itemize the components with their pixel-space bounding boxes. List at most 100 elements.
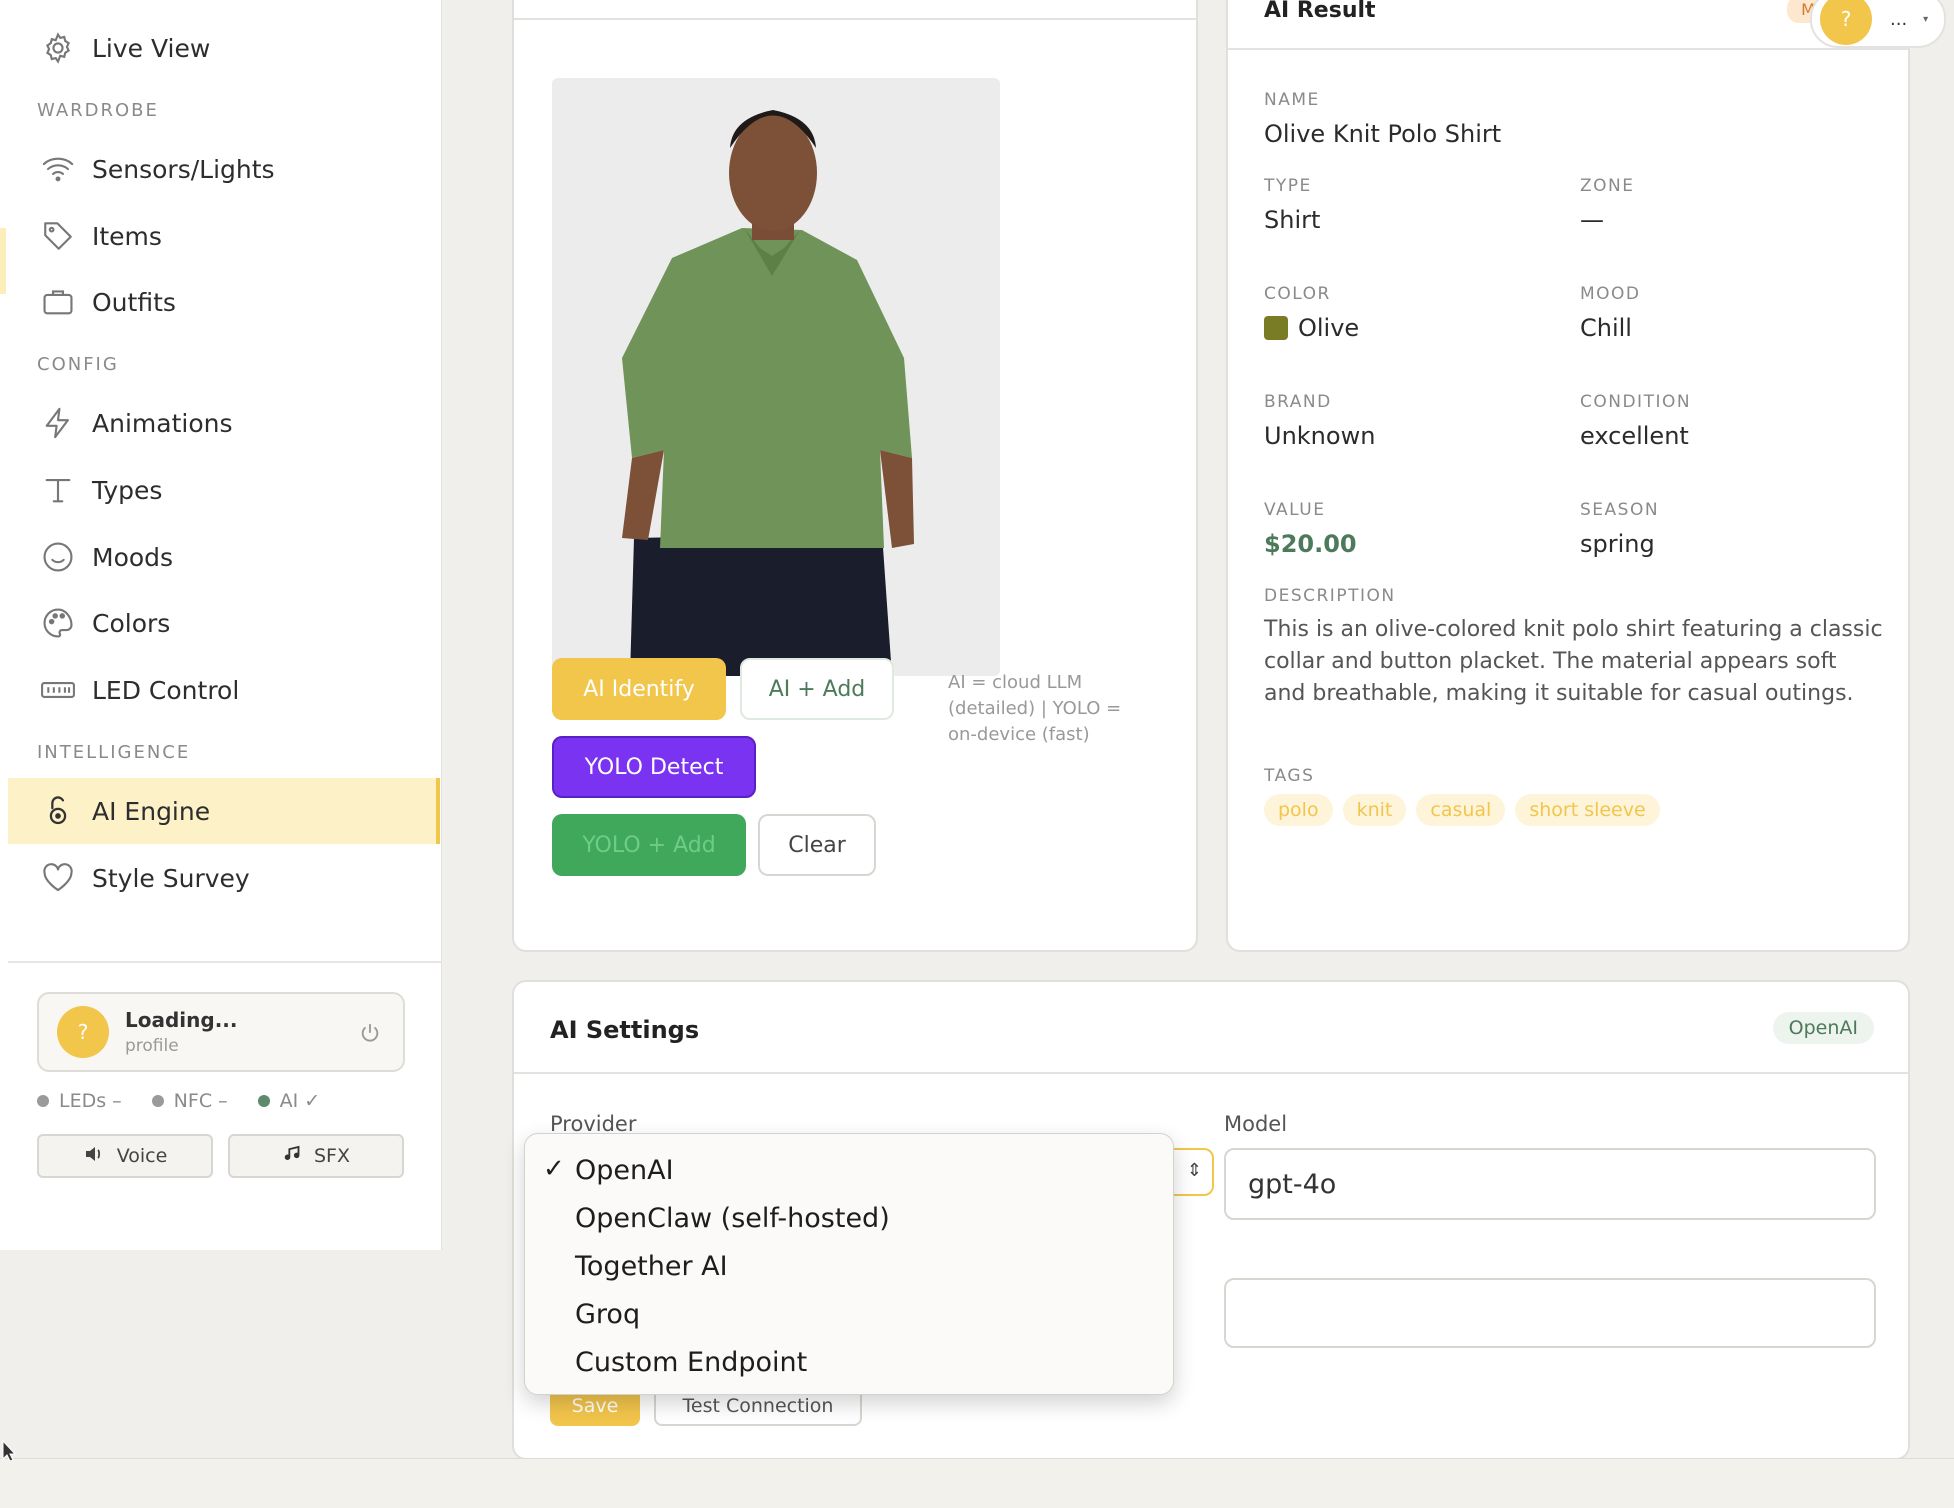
- checkmark-icon: ✓: [543, 1154, 565, 1184]
- panel-header-divider: [514, 18, 1196, 20]
- brand-label: BRAND: [1264, 392, 1332, 412]
- heart-icon: [38, 858, 78, 898]
- sidebar-item-led-control[interactable]: LED Control: [8, 657, 440, 723]
- section-label-wardrobe: WARDROBE: [37, 100, 159, 121]
- sidebar-item-moods[interactable]: Moods: [8, 524, 440, 590]
- briefcase-icon: [38, 282, 78, 322]
- music-note-icon: [282, 1143, 304, 1170]
- tag-list: polo knit casual short sleeve: [1264, 794, 1660, 826]
- dropdown-option-openclaw[interactable]: OpenClaw (self-hosted): [525, 1194, 1173, 1242]
- ai-add-button[interactable]: AI + Add: [740, 658, 894, 720]
- lightning-icon: [38, 403, 78, 443]
- status-nfc-label: NFC –: [173, 1090, 228, 1112]
- tag: polo: [1264, 794, 1333, 826]
- condition-value: excellent: [1580, 422, 1689, 450]
- mood-value: Chill: [1580, 314, 1632, 342]
- voice-button[interactable]: Voice: [37, 1134, 213, 1178]
- zone-value: —: [1580, 206, 1604, 234]
- name-value: Olive Knit Polo Shirt: [1264, 120, 1502, 148]
- status-ai: AI ✓: [257, 1090, 321, 1112]
- tag: knit: [1342, 794, 1407, 826]
- sidebar-item-label: Sensors/Lights: [92, 154, 275, 184]
- profile-subtitle: profile: [125, 1036, 179, 1056]
- gear-icon: [38, 28, 78, 68]
- ai-identify-button[interactable]: AI Identify: [552, 658, 726, 720]
- dropdown-option-together[interactable]: Together AI: [525, 1242, 1173, 1290]
- sidebar-item-animations[interactable]: Animations: [8, 390, 440, 456]
- chevron-down-icon: ▾: [1923, 13, 1929, 25]
- profile-name: Loading...: [125, 1008, 238, 1032]
- sidebar-item-types[interactable]: Types: [8, 457, 440, 523]
- season-label: SEASON: [1580, 500, 1660, 520]
- color-swatch: [1264, 316, 1288, 340]
- provider-badge: OpenAI: [1772, 1012, 1874, 1044]
- tags-label: TAGS: [1264, 766, 1315, 786]
- yolo-detect-button[interactable]: YOLO Detect: [552, 736, 756, 798]
- sidebar: Live View WARDROBE Sensors/Lights Items …: [0, 0, 442, 1250]
- sidebar-divider: [8, 961, 442, 963]
- option-label: OpenAI: [575, 1154, 674, 1186]
- type-label: TYPE: [1264, 176, 1312, 196]
- dropdown-option-custom[interactable]: Custom Endpoint: [525, 1338, 1173, 1386]
- sidebar-item-sensors[interactable]: Sensors/Lights: [8, 136, 440, 202]
- result-title: AI Result: [1264, 0, 1376, 23]
- status-dot: [151, 1095, 164, 1107]
- option-label: OpenClaw (self-hosted): [575, 1202, 890, 1234]
- yolo-add-button[interactable]: YOLO + Add: [552, 814, 746, 876]
- sidebar-item-label: Animations: [92, 408, 233, 438]
- section-label-intelligence: INTELLIGENCE: [37, 742, 191, 763]
- text-type-icon: [38, 470, 78, 510]
- smiley-icon: [38, 537, 78, 577]
- description-label: DESCRIPTION: [1264, 586, 1396, 606]
- dropdown-option-openai[interactable]: ✓ OpenAI: [525, 1146, 1173, 1194]
- sidebar-item-live-view[interactable]: Live View: [8, 15, 440, 81]
- color-label: COLOR: [1264, 284, 1331, 304]
- user-menu[interactable]: ? ... ▾: [1810, 0, 1946, 48]
- sfx-button-label: SFX: [313, 1145, 350, 1167]
- settings-header: AI Settings OpenAI: [514, 982, 1908, 1074]
- sidebar-item-label: Style Survey: [92, 863, 250, 893]
- sidebar-item-label: Types: [92, 475, 163, 505]
- provider-dropdown[interactable]: ✓ OpenAI OpenClaw (self-hosted) Together…: [524, 1133, 1174, 1395]
- sfx-button[interactable]: SFX: [228, 1134, 404, 1178]
- status-dot: [37, 1095, 49, 1107]
- tag: short sleeve: [1515, 794, 1660, 826]
- model-input[interactable]: [1224, 1148, 1876, 1220]
- select-arrows-icon: ⇕: [1186, 1160, 1202, 1181]
- dropdown-option-groq[interactable]: Groq: [525, 1290, 1173, 1338]
- sidebar-item-items[interactable]: Items: [8, 203, 440, 269]
- status-ai-label: AI ✓: [279, 1090, 321, 1112]
- sidebar-item-label: Items: [92, 221, 162, 251]
- unlock-icon: [38, 791, 78, 831]
- zone-label: ZONE: [1580, 176, 1635, 196]
- option-label: Together AI: [575, 1250, 728, 1282]
- wifi-icon: [38, 149, 78, 189]
- option-label: Custom Endpoint: [575, 1346, 808, 1378]
- sidebar-item-label: Colors: [92, 608, 171, 638]
- sidebar-item-style-survey[interactable]: Style Survey: [8, 845, 440, 911]
- sidebar-item-ai-engine[interactable]: AI Engine: [8, 778, 440, 844]
- api-key-input[interactable]: [1224, 1278, 1876, 1348]
- value-value: $20.00: [1264, 530, 1357, 558]
- status-dot: [257, 1095, 270, 1107]
- sidebar-item-label: LED Control: [92, 675, 240, 705]
- sidebar-item-outfits[interactable]: Outfits: [8, 269, 440, 335]
- sidebar-edge-accent: [0, 228, 6, 294]
- help-text: AI = cloud LLM (detailed) | YOLO = on-de…: [948, 672, 1122, 745]
- led-strip-icon: [38, 670, 78, 710]
- section-label-config: CONFIG: [37, 354, 119, 375]
- status-nfc: NFC –: [151, 1090, 228, 1112]
- clear-button[interactable]: Clear: [758, 814, 876, 876]
- avatar: ?: [57, 1006, 109, 1058]
- palette-icon: [38, 603, 78, 643]
- status-leds: LEDs –: [37, 1090, 122, 1112]
- sidebar-item-colors[interactable]: Colors: [8, 590, 440, 656]
- status-leds-label: LEDs –: [59, 1090, 122, 1112]
- profile-card[interactable]: ? Loading... profile: [37, 992, 405, 1072]
- value-label: VALUE: [1264, 500, 1326, 520]
- settings-title: AI Settings: [550, 1016, 700, 1044]
- status-row: LEDs – NFC – AI ✓: [37, 1090, 320, 1112]
- name-label: NAME: [1264, 90, 1320, 110]
- power-icon[interactable]: [359, 1022, 381, 1048]
- speaker-icon: [83, 1143, 107, 1170]
